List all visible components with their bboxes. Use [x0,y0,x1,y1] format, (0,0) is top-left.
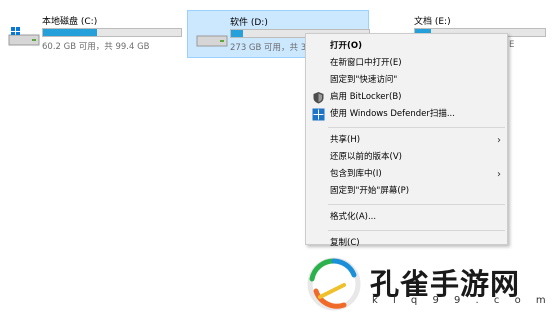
drive-space: 273 GB 可用，共 3 [230,43,307,53]
menu-item-label: 格式化(A)... [330,212,377,222]
menu-item-label: 复制(C) [330,238,360,248]
chevron-right-icon: › [497,135,501,146]
windows-drive-icon [8,27,40,46]
menu-item-label: 在新窗口中打开(E) [330,58,402,68]
menu-item-restore-previous[interactable]: 还原以前的版本(V) [306,149,507,166]
menu-item-label: 固定到"开始"屏幕(P) [330,186,410,196]
menu-item-label: 还原以前的版本(V) [330,152,402,162]
chevron-right-icon: › [497,169,501,180]
drive-usage-fill [43,29,97,36]
menu-item-label: 固定到"快速访问" [330,75,398,85]
menu-item-open[interactable]: 打开(O) [306,38,507,55]
menu-item-defender-scan[interactable]: 使用 Windows Defender扫描... [306,106,507,123]
menu-item-label: 启用 BitLocker(B) [330,92,402,102]
menu-separator [328,204,505,205]
menu-item-format[interactable]: 格式化(A)... [306,209,507,226]
menu-item-pin-quick-access[interactable]: 固定到"快速访问" [306,72,507,89]
menu-item-open-new-window[interactable]: 在新窗口中打开(E) [306,55,507,72]
drive-usage-fill [231,30,244,37]
menu-item-bitlocker[interactable]: 启用 BitLocker(B) [306,89,507,106]
menu-item-label: 使用 Windows Defender扫描... [330,109,455,119]
drive-c[interactable]: 本地磁盘 (C:) 60.2 GB 可用，共 99.4 GB [0,10,185,58]
menu-item-label: 打开(O) [330,41,362,51]
menu-item-include-library[interactable]: 包含到库中(I) › [306,166,507,183]
shield-icon [313,92,324,104]
menu-item-label: 共享(H) [330,135,361,145]
drive-space: E [509,40,515,50]
context-menu: 打开(O) 在新窗口中打开(E) 固定到"快速访问" 启用 BitLocker(… [305,33,508,248]
menu-item-copy[interactable]: 复制(C) [306,235,507,252]
drive-space: 60.2 GB 可用，共 99.4 GB [42,42,150,52]
menu-separator [328,230,505,231]
drive-label: 文档 (E:) [414,17,451,27]
hard-drive-icon [196,35,228,47]
watermark-url: k l q 9 9 . c o m [372,295,552,306]
drive-usage-bar [42,28,182,37]
drive-label: 软件 (D:) [230,18,268,28]
menu-separator [328,127,505,128]
menu-item-label: 包含到库中(I) [330,169,382,179]
menu-item-share[interactable]: 共享(H) › [306,132,507,149]
defender-icon [312,108,325,121]
logo-icon [307,257,361,311]
drive-label: 本地磁盘 (C:) [42,17,98,27]
menu-item-pin-start[interactable]: 固定到"开始"屏幕(P) [306,183,507,200]
watermark: 孔雀手游网 k l q 9 9 . c o m [300,255,550,313]
